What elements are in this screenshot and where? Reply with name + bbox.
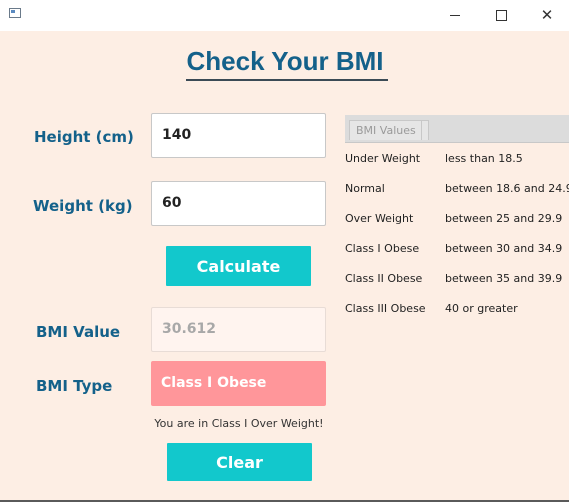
bmi-category: Class III Obese	[345, 302, 426, 315]
bmi-row: Class I Obese between 30 and 34.9	[345, 242, 569, 258]
clear-button[interactable]: Clear	[167, 443, 312, 481]
maximize-icon	[495, 10, 507, 21]
minimize-button[interactable]	[432, 0, 478, 31]
title-bar: ✕	[0, 0, 569, 31]
title-underline	[186, 79, 388, 81]
height-label: Height (cm)	[34, 128, 134, 146]
app-content: Check Your BMI Height (cm) 140 Weight (k…	[0, 31, 569, 502]
calculate-button[interactable]: Calculate	[166, 246, 311, 286]
tab-scroll-edge	[421, 120, 429, 140]
bmi-range: 40 or greater	[445, 302, 518, 315]
bmi-type-field: Class I Obese	[151, 361, 326, 406]
weight-input[interactable]: 60	[151, 181, 326, 226]
bmi-category: Class I Obese	[345, 242, 420, 255]
tab-bmi-values[interactable]: BMI Values	[349, 120, 423, 140]
bmi-row: Normal between 18.6 and 24.9	[345, 182, 569, 198]
bmi-row: Over Weight between 25 and 29.9	[345, 212, 569, 228]
bmi-category: Normal	[345, 182, 385, 195]
close-button[interactable]: ✕	[524, 0, 569, 31]
bmi-type-label: BMI Type	[36, 377, 113, 395]
bmi-category: Under Weight	[345, 152, 421, 165]
bmi-range: less than 18.5	[445, 152, 523, 165]
bmi-range: between 18.6 and 24.9	[445, 182, 569, 195]
page-title: Check Your BMI	[186, 46, 384, 76]
close-icon: ✕	[540, 6, 554, 24]
bmi-range: between 30 and 34.9	[445, 242, 563, 255]
bmi-values-tabbar: BMI Values	[345, 115, 569, 143]
bmi-category: Class II Obese	[345, 272, 423, 285]
bmi-value-field: 30.612	[151, 307, 326, 352]
bmi-range: between 25 and 29.9	[445, 212, 563, 225]
app-window-icon	[9, 8, 21, 18]
minimize-icon	[450, 15, 460, 16]
bmi-row: Under Weight less than 18.5	[345, 152, 569, 168]
result-message: You are in Class I Over Weight!	[154, 417, 324, 430]
bmi-category: Over Weight	[345, 212, 414, 225]
bmi-range: between 35 and 39.9	[445, 272, 563, 285]
bmi-value-label: BMI Value	[36, 323, 121, 341]
bmi-row: Class II Obese between 35 and 39.9	[345, 272, 569, 288]
weight-label: Weight (kg)	[33, 197, 133, 215]
maximize-button[interactable]	[478, 0, 524, 31]
bmi-row: Class III Obese 40 or greater	[345, 302, 569, 318]
height-input[interactable]: 140	[151, 113, 326, 158]
